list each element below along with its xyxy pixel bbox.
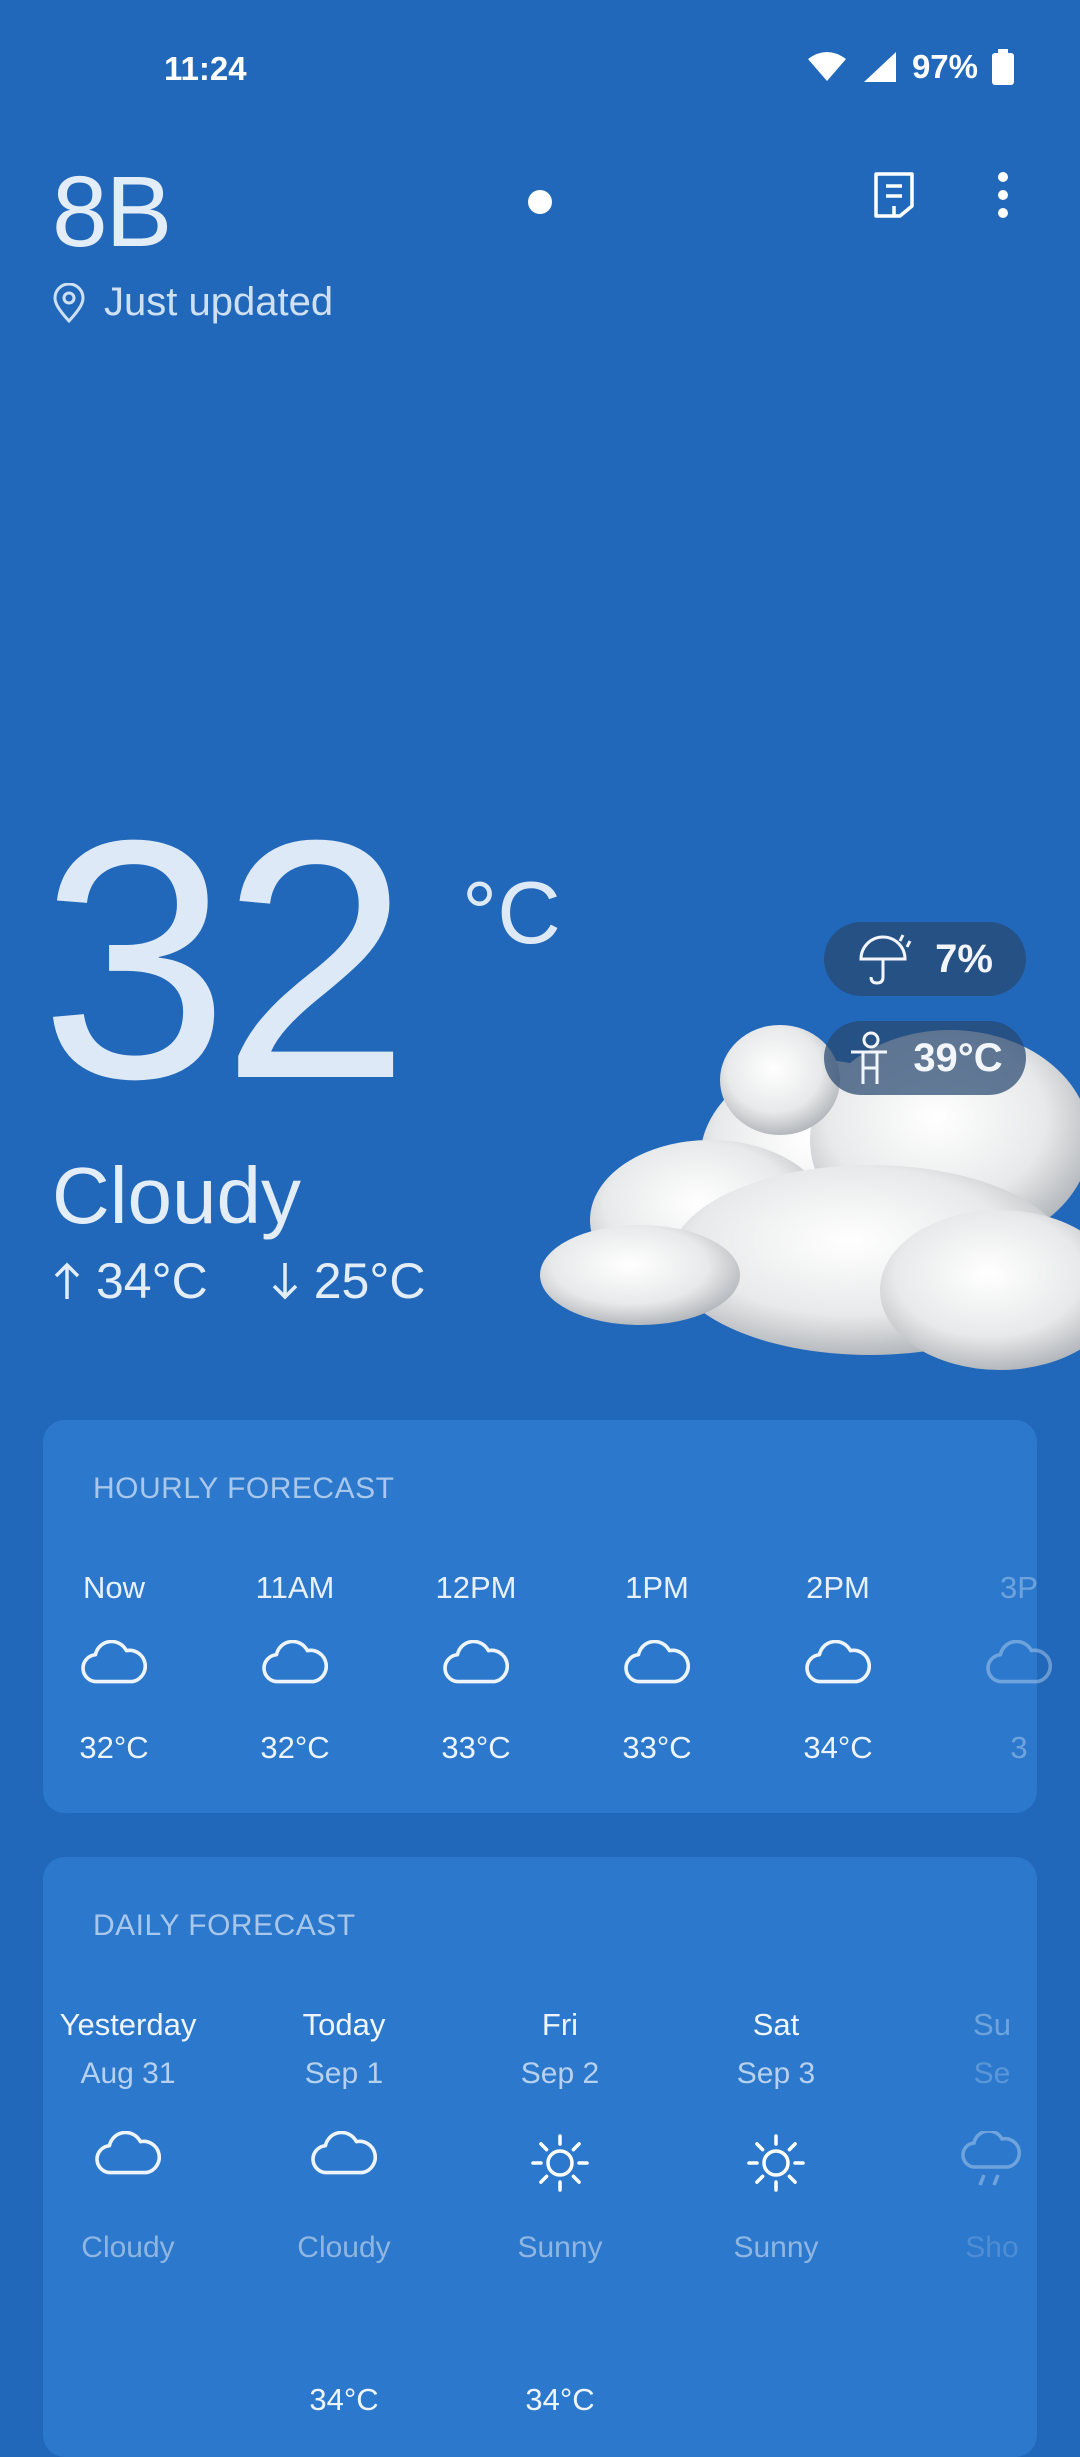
feels-like-chip[interactable]: 39°C <box>824 1021 1026 1095</box>
daily-item[interactable]: Sat Sep 3 Sunny <box>671 2007 881 2265</box>
hourly-item: 12PM 33°C <box>416 1570 536 1766</box>
day-date: Se <box>973 2057 1011 2090</box>
arrow-down-icon <box>272 1263 297 1300</box>
cloud-icon <box>54 1640 174 1700</box>
daily-forecast-card[interactable]: DAILY FORECAST Yesterday Aug 31 Cloudy Toda… <box>43 1857 1037 2457</box>
forecast-list-button[interactable] <box>864 165 924 225</box>
day-label: Su <box>973 2007 1011 2042</box>
day-date: Sep 2 <box>520 2057 600 2090</box>
hour-temperature: 32°C <box>260 1730 330 1765</box>
hourly-item: Now 32°C <box>54 1570 174 1766</box>
hour-temperature: 34°C <box>803 1730 873 1765</box>
day-condition: Sunny <box>517 2231 603 2264</box>
rain-icon <box>887 2131 1080 2201</box>
day-high-temperature: 34°C <box>309 2382 379 2417</box>
hour-temperature: 3 <box>1010 1730 1028 1765</box>
high-temperature-value: 34°C <box>96 1253 208 1309</box>
hourly-item: 3P 3 <box>959 1570 1079 1766</box>
daily-item[interactable]: Su Se Sho <box>887 2007 1080 2265</box>
wifi-icon <box>807 52 846 81</box>
umbrella-rain-icon <box>859 934 912 985</box>
daily-item[interactable]: Today Sep 1 Cloudy <box>239 2007 449 2265</box>
hour-temperature: 33°C <box>622 1730 692 1765</box>
status-icons: 97% <box>806 48 1014 86</box>
high-low-temperatures: 34°C 25°C <box>52 1252 425 1310</box>
daily-item[interactable]: Fri Sep 2 Sunny <box>455 2007 665 2265</box>
precipitation-chip[interactable]: 7% <box>824 922 1026 996</box>
hourly-item: 1PM 33°C <box>597 1570 717 1766</box>
location-name[interactable]: 8B <box>52 155 172 270</box>
precipitation-value: 7% <box>935 936 993 981</box>
hourly-forecast-card[interactable]: HOURLY FORECAST Now 32°C 11AM 32°C 12PM 33°C 1… <box>43 1420 1052 1813</box>
day-condition: Sunny <box>733 2231 819 2264</box>
hour-label: 12PM <box>435 1570 517 1605</box>
day-condition: Cloudy <box>81 2231 175 2264</box>
arrow-up-icon <box>54 1262 80 1299</box>
day-date: Sep 1 <box>304 2057 384 2090</box>
signal-icon <box>863 52 896 82</box>
day-high-temperature: 34°C <box>525 2382 595 2417</box>
cloud-icon <box>778 1640 898 1700</box>
hour-label: Now <box>82 1570 145 1605</box>
cloud-icon <box>239 2131 449 2201</box>
hour-label: 2PM <box>806 1570 870 1605</box>
feels-like-value: 39°C <box>913 1035 1003 1080</box>
low-temperature: 25°C <box>270 1252 426 1310</box>
hourly-item: 11AM 32°C <box>235 1570 355 1766</box>
low-temperature-value: 25°C <box>313 1253 426 1309</box>
battery-icon <box>992 49 1014 85</box>
battery-percent: 97% <box>911 48 978 85</box>
current-temperature: 32 <box>40 770 410 1150</box>
hourly-forecast-title: HOURLY FORECAST <box>93 1472 395 1505</box>
cloud-icon <box>959 1640 1079 1700</box>
location-pin-icon <box>53 282 85 323</box>
daily-item[interactable]: Yesterday Aug 31 Cloudy <box>23 2007 233 2265</box>
hour-label: 3P <box>1000 1570 1038 1605</box>
day-label: Sat <box>752 2007 800 2042</box>
hourly-item: 2PM 34°C <box>778 1570 898 1766</box>
cloud-icon <box>235 1640 355 1700</box>
sun-icon <box>671 2131 881 2201</box>
sun-icon <box>455 2131 665 2201</box>
more-vert-icon <box>998 172 1008 218</box>
day-condition: Sho <box>965 2231 1019 2264</box>
daily-forecast-title: DAILY FORECAST <box>93 1909 356 1942</box>
cloud-icon <box>23 2131 233 2201</box>
more-options-button[interactable] <box>973 165 1033 225</box>
status-time: 11:24 <box>164 50 247 87</box>
day-label: Yesterday <box>59 2007 197 2042</box>
updated-text: Just updated <box>104 280 334 324</box>
update-status: Just updated <box>52 280 333 325</box>
day-label: Today <box>302 2007 386 2042</box>
cloud-icon <box>416 1640 536 1700</box>
hour-temperature: 32°C <box>79 1730 149 1765</box>
hour-label: 11AM <box>255 1570 335 1605</box>
day-date: Aug 31 <box>80 2057 176 2090</box>
high-temperature: 34°C <box>52 1252 208 1310</box>
current-condition: Cloudy <box>52 1151 302 1240</box>
day-condition: Cloudy <box>297 2231 391 2264</box>
temperature-unit: °C <box>462 863 561 962</box>
day-label: Fri <box>541 2007 579 2042</box>
person-icon <box>851 1031 888 1084</box>
hour-temperature: 33°C <box>441 1730 511 1765</box>
day-date: Sep 3 <box>736 2057 816 2090</box>
page-indicator-dot <box>528 190 552 214</box>
document-icon <box>874 172 914 218</box>
hour-label: 1PM <box>625 1570 689 1605</box>
cloud-icon <box>597 1640 717 1700</box>
